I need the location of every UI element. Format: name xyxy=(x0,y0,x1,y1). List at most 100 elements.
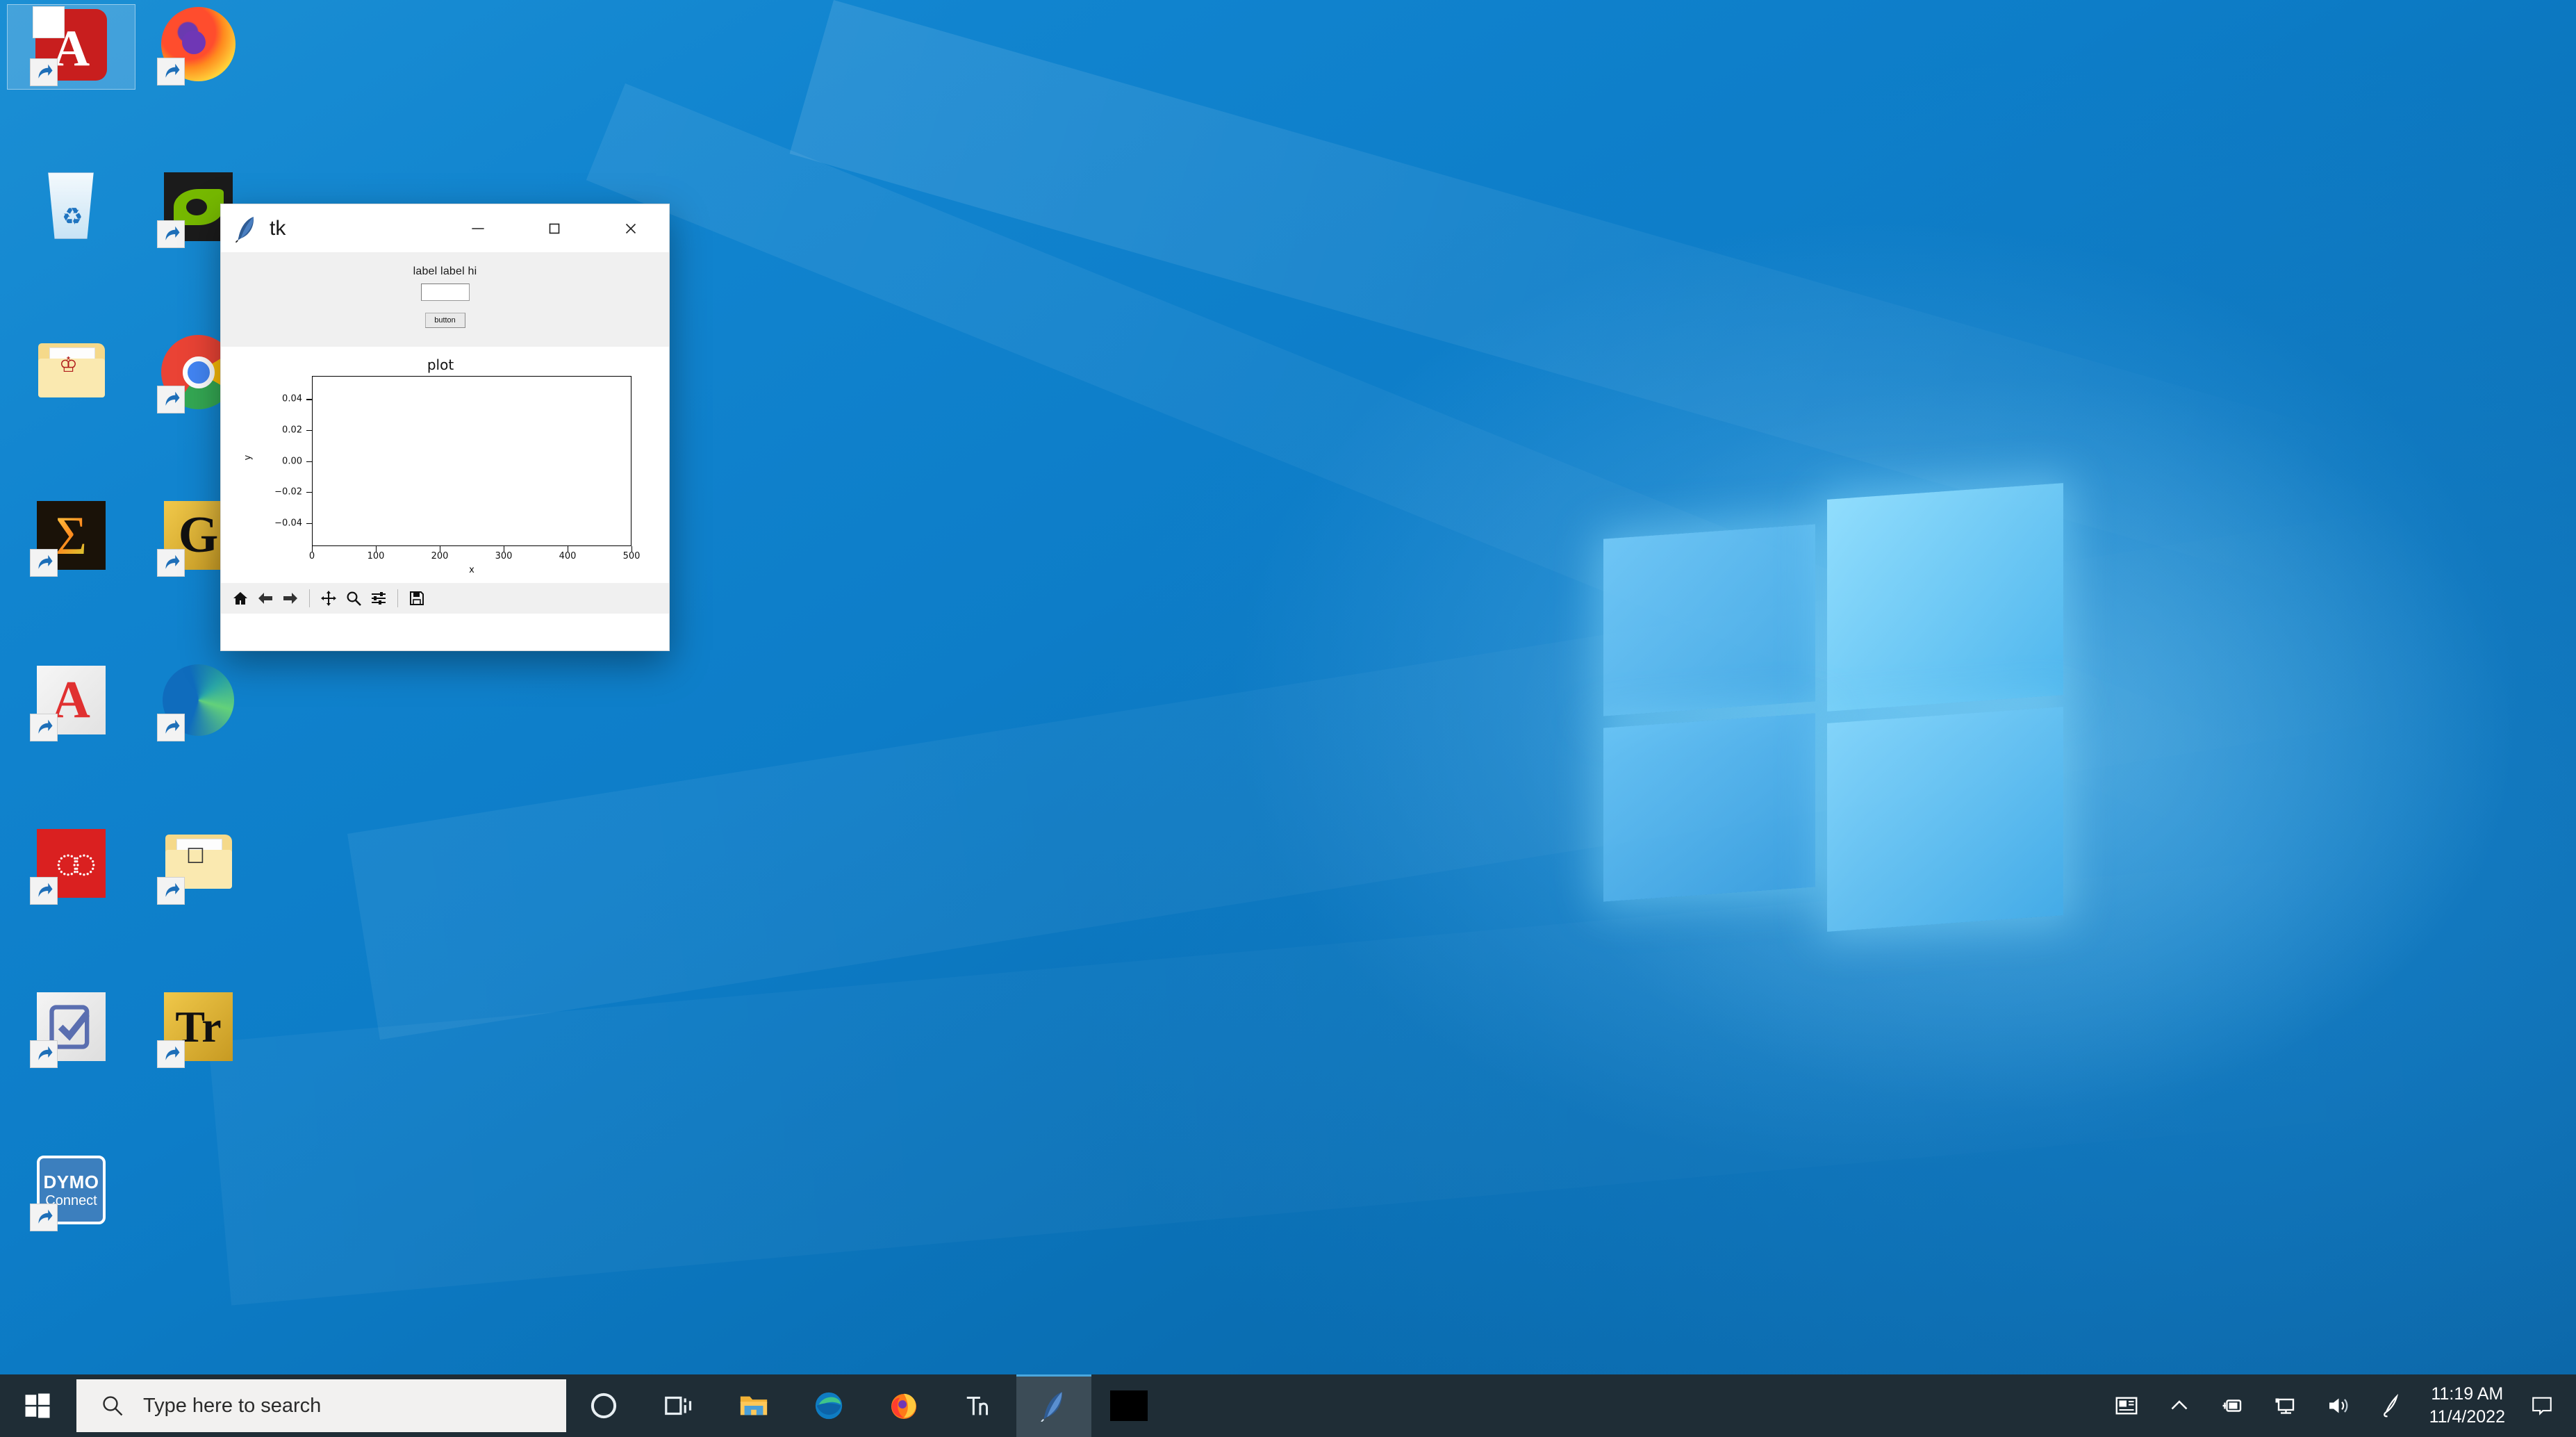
clock-date: 11/4/2022 xyxy=(2429,1407,2505,1427)
shortcut-arrow-icon xyxy=(157,386,185,413)
pen-ink-workspace-icon[interactable] xyxy=(2364,1374,2417,1437)
y-tick-mark xyxy=(306,399,312,400)
pan-move-icon[interactable] xyxy=(317,587,340,609)
task-view-icon xyxy=(665,1396,692,1415)
recycle-icon: ♻ xyxy=(31,167,111,247)
windows-logo-pane xyxy=(1827,707,2063,932)
plot-axes-frame xyxy=(312,376,631,546)
python-feather-icon xyxy=(235,216,254,243)
taskbar-terminal[interactable] xyxy=(1091,1374,1166,1437)
x-tick-label: 400 xyxy=(559,551,577,561)
dymo-icon: DYMO Connect xyxy=(30,1150,111,1231)
news-and-interests-icon[interactable] xyxy=(2100,1374,2153,1437)
taskbar-firefox[interactable] xyxy=(866,1374,941,1437)
firefox-icon xyxy=(157,4,238,85)
desktop-icon-ultra-sigma[interactable]: Σ xyxy=(7,495,135,580)
network-icon[interactable] xyxy=(2259,1374,2311,1437)
shortcut-arrow-icon xyxy=(157,549,185,577)
desktop-icon-adobe-creative-cloud[interactable]: ◌◌ xyxy=(7,823,135,908)
creative-cloud-icon: ◌◌ xyxy=(30,823,111,905)
battery-power-icon[interactable] xyxy=(2206,1374,2259,1437)
taskbar-task-view[interactable] xyxy=(641,1374,716,1437)
home-icon[interactable] xyxy=(229,587,251,609)
matplotlib-navigation-toolbar[interactable] xyxy=(221,583,669,614)
action-center-button[interactable] xyxy=(2518,1374,2569,1437)
cortana-icon xyxy=(591,1393,617,1419)
formscentral-icon xyxy=(30,987,111,1068)
shortcut-arrow-icon xyxy=(30,714,58,741)
desktop-icon-shapertfav[interactable]: ♔ xyxy=(7,332,135,416)
x-tick-label: 0 xyxy=(308,551,315,561)
desktop-icon-adobe-formscentral[interactable] xyxy=(7,987,135,1071)
desktop-icon-dymo-connect[interactable]: DYMO Connect xyxy=(7,1150,135,1234)
taskbar-cortana[interactable] xyxy=(566,1374,641,1437)
firefox-icon xyxy=(891,1393,917,1419)
desktop-icon-tracex[interactable]: Tr xyxy=(134,987,263,1071)
taskbar-thonny[interactable] xyxy=(941,1374,1016,1437)
taskbar-file-explorer[interactable] xyxy=(716,1374,791,1437)
close-icon xyxy=(625,223,636,233)
forward-arrow-icon[interactable] xyxy=(279,587,302,609)
windows-logo-pane xyxy=(1603,524,1815,716)
taskbar-python-tk[interactable] xyxy=(1016,1374,1091,1437)
toolbar-separator xyxy=(309,589,310,607)
system-tray[interactable]: 11:19 AM 11/4/2022 xyxy=(2100,1374,2576,1437)
y-tick-label: −0.04 xyxy=(274,518,302,529)
form-label: label label hi xyxy=(413,265,477,277)
search-input[interactable]: Type here to search xyxy=(76,1379,566,1432)
x-tick-label: 500 xyxy=(622,551,641,561)
windows-logo-pane xyxy=(1827,483,2063,712)
matplotlib-canvas[interactable]: plot y x 0.04 0.02 0.00 −0.02 −0.04 0 100 200 30… xyxy=(221,347,669,583)
x-tick-mark xyxy=(312,546,313,552)
zoom-magnifier-icon[interactable] xyxy=(342,587,365,609)
windows-logo-icon xyxy=(25,1393,50,1418)
tk-window-title: tk xyxy=(270,216,286,240)
tk-title-bar[interactable]: tk xyxy=(221,204,669,253)
text-entry-field[interactable] xyxy=(420,284,470,301)
minimize-button[interactable] xyxy=(440,204,516,253)
windows-logo-wallpaper xyxy=(1598,476,2070,955)
thonny-icon xyxy=(966,1396,989,1415)
close-button[interactable] xyxy=(593,204,669,253)
taskbar-microsoft-edge[interactable] xyxy=(791,1374,866,1437)
y-tick-mark xyxy=(306,492,312,493)
submit-button[interactable]: button xyxy=(424,313,465,328)
x-axis-label: x xyxy=(469,565,474,575)
minimize-icon xyxy=(472,227,484,229)
windows-taskbar[interactable]: Type here to search 11:19 AM 11/4/2022 xyxy=(0,1374,2576,1437)
start-button[interactable] xyxy=(0,1374,75,1437)
terminal-window-icon xyxy=(1110,1390,1148,1421)
adobe-acrobat-icon: A xyxy=(30,660,111,741)
x-tick-label: 100 xyxy=(367,551,385,561)
windows-logo-pane xyxy=(1603,713,1815,902)
x-tick-label: 300 xyxy=(495,551,513,561)
python-feather-icon xyxy=(1041,1392,1062,1422)
save-floppy-icon[interactable] xyxy=(406,587,428,609)
edge-icon xyxy=(815,1392,843,1420)
matplotlib-figure: plot y x 0.04 0.02 0.00 −0.02 −0.04 0 100 200 30… xyxy=(229,348,652,575)
configure-subplots-icon[interactable] xyxy=(368,587,390,609)
shortcut-arrow-icon xyxy=(157,714,185,741)
desktop-icon-microsoft-edge[interactable] xyxy=(134,660,263,744)
maximize-icon xyxy=(549,223,560,233)
acrobat-reader-icon: A xyxy=(30,5,111,86)
x-tick-mark xyxy=(631,546,633,552)
desktop-icon-recycle-bin[interactable]: ♻ xyxy=(7,167,135,251)
desktop-icon-adobe-acrobat[interactable]: A xyxy=(7,660,135,744)
y-tick-mark xyxy=(306,461,312,462)
tk-application-window[interactable]: tk label label hi button plot y x 0.04 0… xyxy=(221,204,669,650)
maximize-button[interactable] xyxy=(516,204,593,253)
taskbar-clock[interactable]: 11:19 AM 11/4/2022 xyxy=(2417,1383,2518,1429)
desktop-icon-pac-project[interactable]: ☐ xyxy=(134,823,263,908)
shortcut-arrow-icon xyxy=(157,58,185,85)
show-hidden-icons-chevron-icon[interactable] xyxy=(2153,1374,2206,1437)
desktop-icon-firefox[interactable] xyxy=(134,4,263,88)
y-tick-label: 0.02 xyxy=(282,425,302,436)
desktop-icon-acrobat-reader[interactable]: A xyxy=(7,4,135,90)
volume-icon[interactable] xyxy=(2311,1374,2364,1437)
shortcut-arrow-icon xyxy=(157,220,185,248)
shortcut-arrow-icon xyxy=(30,549,58,577)
tk-form-panel: label label hi button xyxy=(221,253,669,347)
back-arrow-icon[interactable] xyxy=(254,587,276,609)
toolbar-separator xyxy=(397,589,398,607)
